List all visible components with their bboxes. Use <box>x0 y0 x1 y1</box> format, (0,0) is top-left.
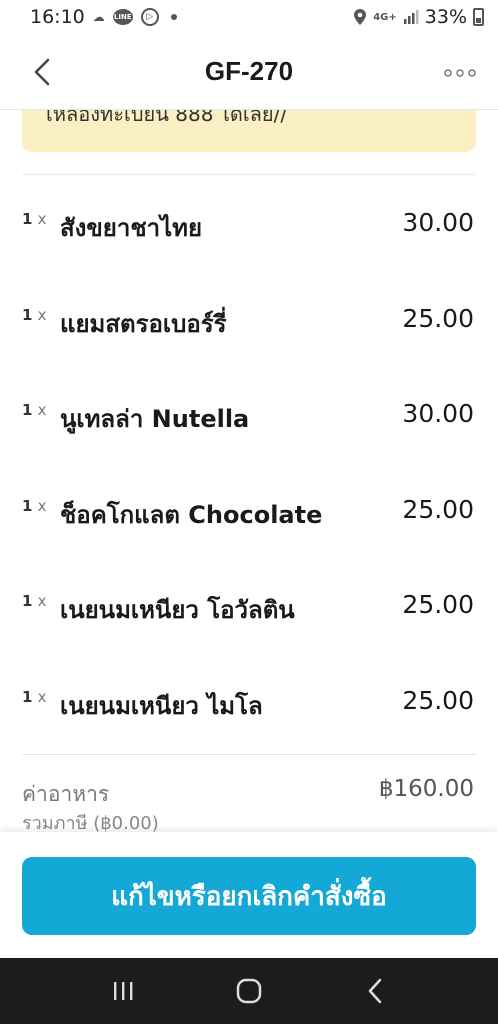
line-app-icon: LINE <box>112 9 133 25</box>
back-nav-button[interactable] <box>345 966 405 1016</box>
divider <box>22 754 476 755</box>
item-qty: 1 x <box>22 305 47 324</box>
order-item: 1 x เนยนมเหนียว โอวัลติน 25.00 <box>0 560 498 656</box>
order-item: 1 x นูเทลล่า Nutella 30.00 <box>0 369 498 465</box>
app-header: GF-270 <box>0 34 498 110</box>
item-qty: 1 x <box>22 592 47 610</box>
item-name: เนยนมเหนียว โอวัลติน <box>60 596 295 624</box>
play-icon: ▷ <box>140 8 159 26</box>
status-left: 16:10 ☁ LINE ▷ <box>30 6 353 28</box>
item-price: 25.00 <box>402 303 474 333</box>
item-name: สังขยาชาไทย <box>60 214 203 242</box>
status-bar: 16:10 ☁ LINE ▷ 4G+ 33% <box>0 0 498 34</box>
item-qty: 1 x <box>22 687 47 706</box>
order-item: 1 x ช็อคโกแลต Chocolate 25.00 <box>0 465 498 561</box>
home-icon <box>236 978 262 1004</box>
item-price: 25.00 <box>402 494 474 524</box>
item-qty: 1 x <box>22 496 47 515</box>
recent-apps-button[interactable] <box>93 966 153 1016</box>
recent-apps-icon <box>114 982 133 1000</box>
item-price: 25.00 <box>402 590 474 619</box>
order-item: 1 x สังขยาชาไทย 30.00 <box>0 178 498 274</box>
battery-percent: 33% <box>424 6 467 28</box>
item-price: 30.00 <box>402 399 474 428</box>
location-icon <box>354 9 367 25</box>
edit-or-cancel-order-button[interactable]: แก้ไขหรือยกเลิกคำสั่งซื้อ <box>22 857 476 935</box>
bottom-action-area: แก้ไขหรือยกเลิกคำสั่งซื้อ <box>0 832 498 958</box>
divider <box>22 174 476 175</box>
back-icon <box>368 978 382 1004</box>
home-button[interactable] <box>219 966 279 1016</box>
food-cost-label: ค่าอาหาร <box>22 782 110 806</box>
status-time: 16:10 <box>30 6 85 28</box>
system-nav-bar <box>0 958 498 1024</box>
battery-icon <box>473 8 484 26</box>
status-right: 4G+ 33% <box>353 6 484 28</box>
signal-icon <box>403 10 419 24</box>
cloud-icon: ☁ <box>92 10 105 24</box>
chevron-left-icon <box>34 58 50 86</box>
order-items-list: 1 x สังขยาชาไทย 30.00 1 x แยมสตรอเบอร์รี… <box>0 178 498 751</box>
page-title: GF-270 <box>204 56 294 86</box>
order-item: 1 x แยมสตรอเบอร์รี่ 25.00 <box>0 274 498 370</box>
more-dots-icon <box>444 69 476 77</box>
order-item: 1 x เนยนมเหนียว ไมโล 25.00 <box>0 656 498 752</box>
back-button[interactable] <box>24 54 60 90</box>
item-price: 25.00 <box>402 685 474 715</box>
item-name: นูเทลล่า Nutella <box>60 405 250 433</box>
notification-dot-icon <box>170 14 177 20</box>
item-qty: 1 x <box>22 210 47 228</box>
more-options-button[interactable] <box>442 58 478 88</box>
item-name: แยมสตรอเบอร์รี่ <box>60 309 227 338</box>
item-qty: 1 x <box>22 401 47 419</box>
network-type: 4G+ <box>373 11 397 23</box>
item-name: เนยนมเหนียว ไมโล <box>60 691 263 720</box>
item-name: ช็อคโกแลต Chocolate <box>60 500 323 529</box>
item-price: 30.00 <box>402 208 474 237</box>
food-cost-total: ฿160.00 <box>378 776 474 802</box>
